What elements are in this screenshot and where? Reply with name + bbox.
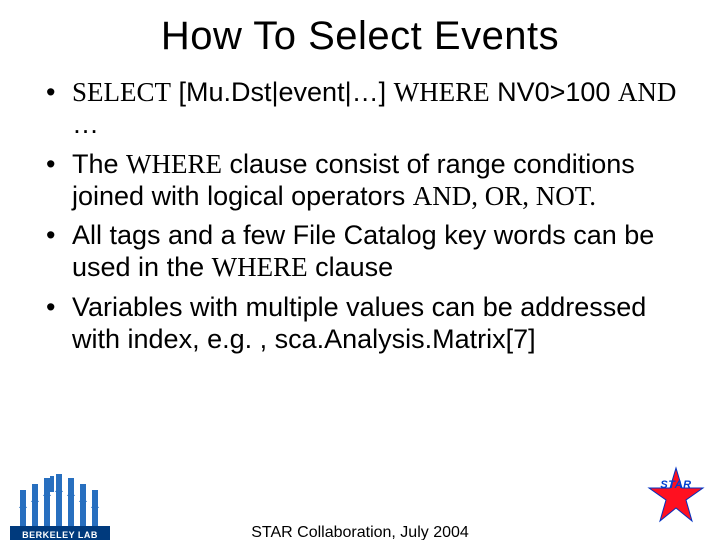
star-icon	[646, 466, 706, 526]
bullet-list: SELECT [Mu.Dst|event|…] WHERE NV0>100 AN…	[0, 77, 720, 356]
star-label: STAR	[646, 479, 706, 491]
star-logo: STAR	[646, 466, 706, 526]
berkeley-lab-label: BERKELEY LAB	[10, 526, 110, 540]
bullet-segment: The	[72, 149, 126, 179]
bullet-segment: WHERE	[212, 252, 308, 282]
berkeley-lab-logo: BERKELEY LAB	[10, 474, 110, 540]
bullet-segment: WHERE	[394, 77, 490, 107]
bullet-segment: Variables with multiple values can be ad…	[72, 292, 646, 354]
bullet-segment: [Mu.Dst|event|…]	[171, 77, 394, 107]
bullet-item: Variables with multiple values can be ad…	[42, 292, 682, 356]
bullet-segment: NV0>100	[490, 77, 618, 107]
bullet-segment: …	[72, 109, 99, 139]
bullet-segment: AND	[618, 77, 677, 107]
bullet-item: All tags and a few File Catalog key word…	[42, 220, 682, 284]
slide: How To Select Events SELECT [Mu.Dst|even…	[0, 14, 720, 540]
lbl-building-icon	[18, 496, 102, 526]
bullet-segment: WHERE	[126, 149, 222, 179]
bullet-segment: SELECT	[72, 77, 171, 107]
slide-title: How To Select Events	[0, 14, 720, 59]
bullet-item: SELECT [Mu.Dst|event|…] WHERE NV0>100 AN…	[42, 77, 682, 141]
bullet-segment: clause	[308, 252, 394, 282]
bullet-item: The WHERE clause consist of range condit…	[42, 149, 682, 213]
bullet-segment: AND, OR, NOT.	[413, 181, 596, 211]
